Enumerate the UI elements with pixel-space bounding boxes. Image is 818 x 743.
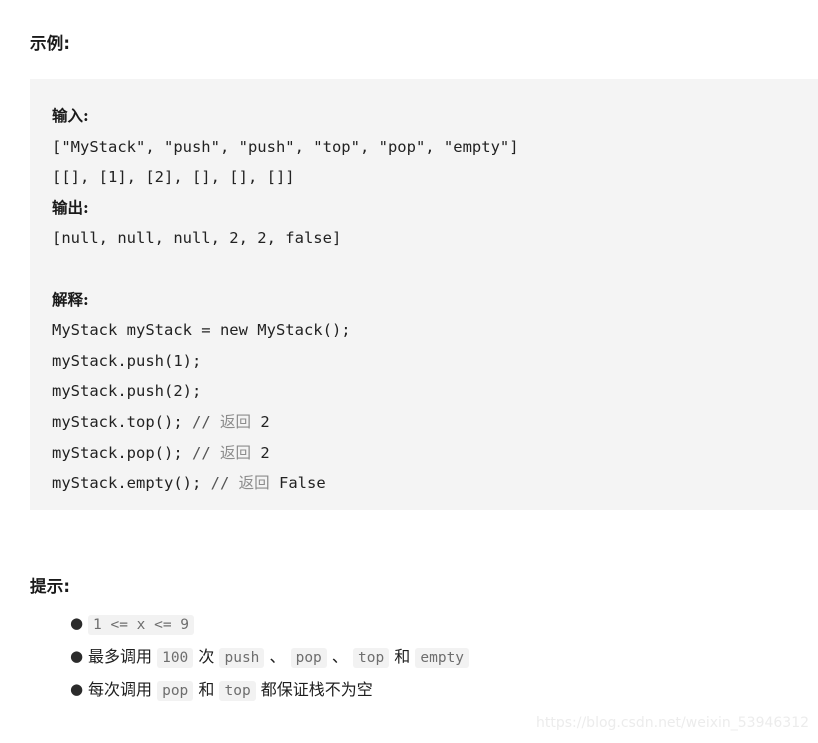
hint-list-item: ● 1 <= x <= 9 [30, 608, 790, 641]
hint-text: 每次调用 [88, 680, 158, 699]
bullet-icon: ● [70, 680, 84, 698]
hints-section-heading: 提示: [30, 576, 71, 596]
code-statement: myStack.empty(); [52, 474, 211, 493]
code-line: 输入: [52, 106, 89, 125]
code-line: ["MyStack", "push", "push", "top", "pop"… [52, 137, 519, 156]
inline-code: empty [415, 648, 470, 668]
hint-text: 次 [193, 647, 220, 666]
code-comment-value: 2 [251, 443, 270, 462]
code-line: myStack.pop(); // 返回 2 [52, 438, 818, 469]
code-comment-text: 返回 [238, 474, 270, 493]
example-section-heading: 示例: [30, 33, 71, 53]
inline-code: 100 [157, 648, 194, 668]
code-line: 输出: [52, 197, 89, 217]
hint-list-item: ● 最多调用 100 次 push 、 pop 、 top 和 empty [30, 641, 790, 674]
inline-code: top [219, 681, 256, 701]
code-statement: myStack.pop(); [52, 443, 192, 462]
hints-list: ● 1 <= x <= 9 ● 最多调用 100 次 push 、 pop 、 top… [30, 608, 790, 707]
code-comment-marker: // [191, 412, 220, 431]
hint-text: 和 [389, 647, 416, 666]
hint-text: 都保证栈不为空 [255, 680, 373, 699]
code-comment-value: False [269, 474, 326, 493]
document-page: 示例: 输入: ["MyStack", "push", "push", "top"… [0, 0, 818, 743]
hint-text: 和 [193, 680, 220, 699]
code-statement: myStack.top(); [52, 412, 192, 431]
code-line: myStack.push(1); [52, 351, 202, 370]
code-comment-text: 返回 [219, 443, 251, 462]
code-line: MyStack myStack = new MyStack(); [52, 321, 351, 340]
inline-code: top [352, 648, 390, 668]
csdn-watermark: https://blog.csdn.net/weixin_53946312 [536, 715, 810, 731]
hint-list-item: ● 每次调用 pop 和 top 都保证栈不为空 [30, 674, 790, 707]
example-code-block: 输入: ["MyStack", "push", "push", "top", "p… [30, 79, 818, 510]
code-comment-marker: // [210, 474, 239, 493]
code-line: 解释: [52, 289, 89, 309]
code-line: [null, null, null, 2, 2, false] [52, 229, 342, 248]
inline-code: push [219, 648, 265, 668]
code-line: myStack.top(); // 返回 2 [52, 407, 818, 438]
hint-text: 最多调用 [88, 647, 158, 666]
bullet-icon: ● [70, 614, 84, 632]
code-line: myStack.empty(); // 返回 False [52, 468, 818, 499]
bullet-icon: ● [70, 647, 84, 665]
code-line: myStack.push(2); [52, 382, 202, 401]
inline-code: pop [290, 648, 327, 668]
hint-text: 、 [326, 647, 353, 666]
code-line: [[], [1], [2], [], [], []] [52, 168, 295, 187]
code-comment-value: 2 [251, 412, 270, 431]
code-comment-text: 返回 [219, 412, 251, 431]
inline-code: pop [157, 681, 194, 701]
code-comment-marker: // [191, 443, 220, 462]
inline-code: 1 <= x <= 9 [88, 615, 195, 635]
hint-text: 、 [264, 647, 291, 666]
